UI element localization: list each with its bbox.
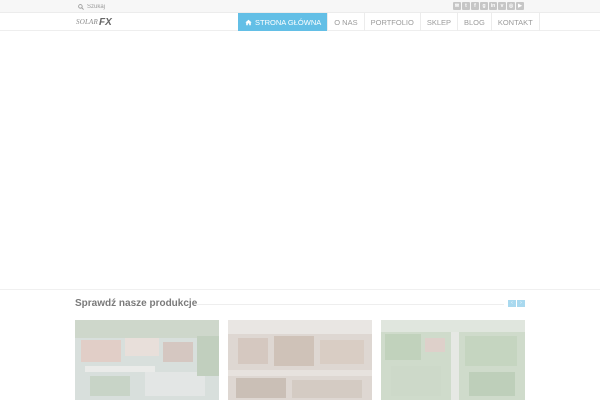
- section-divider: [0, 289, 600, 290]
- carousel-next-button[interactable]: ›: [517, 300, 525, 307]
- aerial-photo-image: [381, 320, 525, 400]
- nav-item-home[interactable]: STRONA GŁÓWNA: [238, 13, 328, 31]
- aerial-photo-image: [228, 320, 372, 400]
- productions-title: Sprawdź nasze produkcje: [75, 298, 198, 309]
- google-plus-icon[interactable]: g: [480, 2, 488, 10]
- social-icons: ✉ t f g in v ◎ ▶: [453, 2, 524, 10]
- logo-text: SOLAR: [76, 18, 98, 26]
- main-nav: STRONA GŁÓWNA O NAS PORTFOLIO SKLEP BLOG…: [238, 13, 540, 31]
- carousel-arrows: ‹ ›: [508, 300, 525, 307]
- site-logo[interactable]: SOLAR FX: [76, 16, 112, 28]
- instagram-icon[interactable]: ◎: [507, 2, 515, 10]
- nav-item-about[interactable]: O NAS: [327, 13, 363, 31]
- aerial-photo-image: [75, 320, 219, 400]
- twitter-icon[interactable]: t: [462, 2, 470, 10]
- carousel-prev-button[interactable]: ‹: [508, 300, 516, 307]
- nav-label-shop: SKLEP: [426, 17, 451, 27]
- nav-item-blog[interactable]: BLOG: [457, 13, 491, 31]
- logo-mark: FX: [99, 16, 112, 28]
- nav-label-home: STRONA GŁÓWNA: [255, 17, 322, 27]
- facebook-icon[interactable]: f: [471, 2, 479, 10]
- title-rule: [194, 304, 504, 305]
- production-thumbnail[interactable]: [75, 320, 219, 400]
- production-thumbnail[interactable]: [381, 320, 525, 400]
- linkedin-icon[interactable]: in: [489, 2, 497, 10]
- search-input[interactable]: [87, 3, 147, 10]
- nav-item-portfolio[interactable]: PORTFOLIO: [363, 13, 420, 31]
- home-icon: [245, 19, 252, 25]
- vimeo-icon[interactable]: v: [498, 2, 506, 10]
- top-bar: ✉ t f g in v ◎ ▶: [0, 0, 600, 13]
- production-thumbnail[interactable]: [228, 320, 372, 400]
- hero-slider-area: [0, 32, 600, 289]
- email-icon[interactable]: ✉: [453, 2, 461, 10]
- nav-item-contact[interactable]: KONTAKT: [490, 13, 540, 31]
- search-box[interactable]: [78, 2, 147, 11]
- productions-carousel: [75, 320, 525, 400]
- nav-label-about: O NAS: [334, 17, 358, 27]
- youtube-icon[interactable]: ▶: [516, 2, 524, 10]
- nav-item-shop[interactable]: SKLEP: [419, 13, 457, 31]
- nav-label-blog: BLOG: [464, 17, 485, 27]
- search-icon: [78, 3, 84, 10]
- nav-label-portfolio: PORTFOLIO: [370, 17, 414, 27]
- nav-label-contact: KONTAKT: [497, 17, 533, 27]
